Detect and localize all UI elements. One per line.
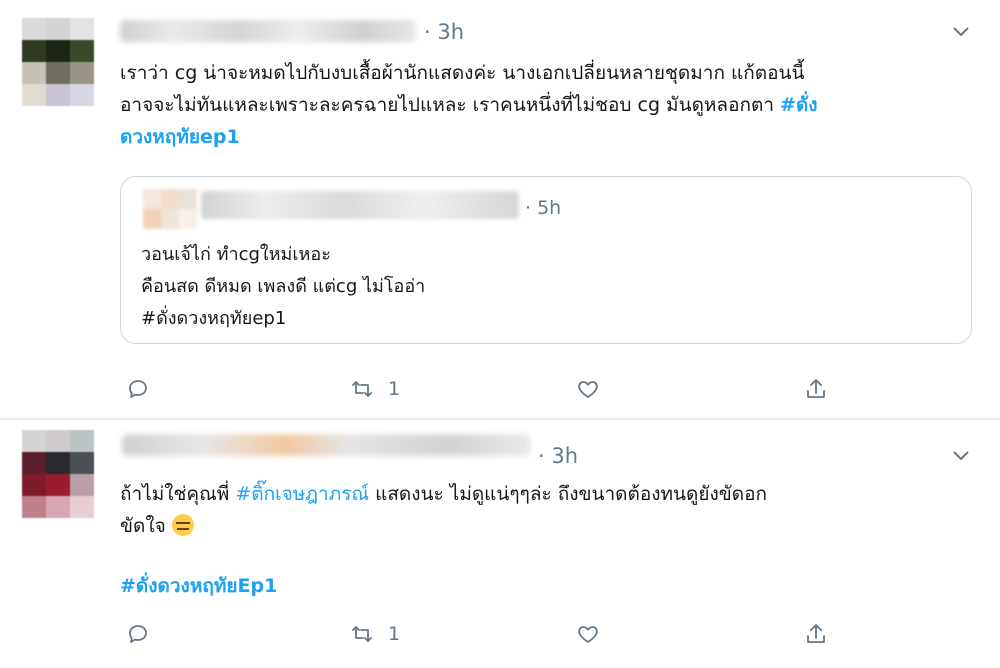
chevron-down-icon[interactable] [952,448,970,466]
like-icon [578,381,598,398]
hashtag-link[interactable]: #ดั่ง [780,94,818,116]
like-icon [578,626,598,643]
retweet-count: 1 [388,623,401,645]
retweet-button[interactable]: 1 [350,374,400,404]
tweet-text-line: ขัดใจ [120,510,194,542]
retweet-count: 1 [388,378,401,400]
share-button[interactable] [804,374,828,404]
chevron-down-icon[interactable] [952,24,970,42]
retweet-button[interactable]: 1 [350,619,400,649]
reply-button[interactable] [126,374,150,404]
tweet-text: อาจจะไม่ทันแหละเพราะละครฉายไปแหละ เราคนห… [120,94,781,116]
quoted-user-name-blurred[interactable] [201,191,519,219]
tweet[interactable]: · 3h เราว่า cg น่าจะหมดไปกับงบเสื้อผ้านั… [0,0,1000,418]
expressionless-face-emoji [171,514,194,536]
share-button[interactable] [804,619,828,649]
user-name-blurred[interactable] [120,20,416,42]
hashtag-link[interactable]: ดวงหฤทัยep1 [120,126,240,148]
reply-icon [129,625,147,643]
tweet[interactable]: · 3h ถ้าไม่ใช่คุณพี่ #ติ๊กเจษฎาภรณ์ แสดง… [0,420,1000,668]
tweet-actions: 1 [120,619,840,649]
quoted-text-line: คือนสด ดีหมด เพลงดี แต่cg ไม่โออ่า [141,276,426,297]
hashtag-link[interactable]: #ติ๊กเจษฎาภรณ์ [235,483,369,505]
quoted-text-line: #ดั่งดวงหฤทัยep1 [141,308,287,329]
tweet-text: แสดงนะ ไม่ดูแน่ๆๆล่ะ ถึงขนาดต้องทนดูยังข… [369,483,768,505]
retweet-icon [352,381,372,397]
retweet-icon [352,626,372,642]
share-icon [807,624,825,643]
like-button[interactable] [576,619,600,649]
quoted-avatar[interactable] [143,189,197,229]
tweet-text-line: ถ้าไม่ใช่คุณพี่ #ติ๊กเจษฎาภรณ์ แสดงนะ ไม… [120,478,767,510]
reply-icon [129,380,147,398]
tweet-text: ถ้าไม่ใช่คุณพี่ [120,483,236,505]
reply-button[interactable] [126,619,150,649]
tweet-actions: 1 [120,374,840,404]
hashtag-link[interactable]: #ดั่งดวงหฤทัยEp1 [120,575,277,597]
tweet-time[interactable]: · 3h [424,20,464,44]
tweet-text-line: ดวงหฤทัยep1 [120,121,240,153]
avatar[interactable] [22,18,94,106]
tweet-text-line: เราว่า cg น่าจะหมดไปกับงบเสื้อผ้านักแสดง… [120,62,805,84]
like-button[interactable] [576,374,600,404]
tweet-time[interactable]: · 3h [538,444,578,468]
tweet-text-line: #ดั่งดวงหฤทัยEp1 [120,570,277,602]
tweet-text-line: อาจจะไม่ทันแหละเพราะละครฉายไปแหละ เราคนห… [120,89,818,121]
quoted-tweet-time[interactable]: · 5h [525,197,561,219]
user-name-blurred[interactable] [122,434,530,456]
quoted-tweet[interactable]: · 5h วอนเจ้ไก่ ทำcgใหม่เหอะ คือนสด ดีหมด… [120,176,972,344]
quoted-text-line: วอนเจ้ไก่ ทำcgใหม่เหอะ [141,244,331,265]
tweet-text: ขัดใจ [120,515,172,537]
share-icon [807,379,825,398]
avatar[interactable] [22,430,94,518]
